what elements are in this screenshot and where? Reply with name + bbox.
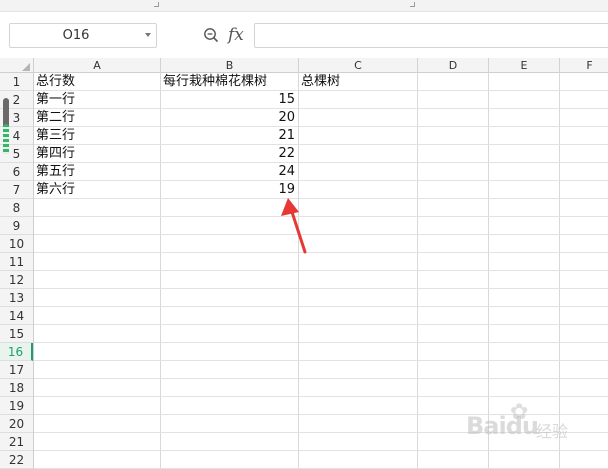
row-header-7[interactable]: 7 (0, 181, 33, 199)
row-header-15[interactable]: 15 (0, 325, 33, 343)
grid-row-line (34, 324, 608, 325)
column-header-c[interactable]: C (299, 58, 418, 73)
top-strip (0, 0, 608, 12)
resize-corner-icon (154, 2, 159, 7)
cell-b4[interactable]: 21 (161, 127, 298, 145)
chevron-down-icon[interactable] (145, 33, 151, 37)
row-header-10[interactable]: 10 (0, 235, 33, 253)
row-header-18[interactable]: 18 (0, 379, 33, 397)
grid-row-line (34, 360, 608, 361)
row-header-1[interactable]: 1 (0, 73, 33, 91)
row-header-12[interactable]: 12 (0, 271, 33, 289)
cell-a6[interactable]: 第五行 (34, 163, 160, 181)
cell-a2[interactable]: 第一行 (34, 91, 160, 109)
cell-b5[interactable]: 22 (161, 145, 298, 163)
cell-a4[interactable]: 第三行 (34, 127, 160, 145)
select-all-icon (22, 63, 30, 71)
formula-bar: O16 fx (0, 13, 608, 58)
grid-row-line (34, 270, 608, 271)
scroll-grip-icon (3, 124, 9, 154)
cell-b6[interactable]: 24 (161, 163, 298, 181)
row-header-8[interactable]: 8 (0, 199, 33, 217)
select-all-button[interactable] (0, 58, 34, 73)
cell-b1[interactable]: 每行栽种棉花棵树 (161, 73, 298, 91)
cell-a7[interactable]: 第六行 (34, 181, 160, 199)
grid-row-line (34, 288, 608, 289)
cell-a1[interactable]: 总行数 (34, 73, 160, 91)
grid-row-line (34, 396, 608, 397)
grid-row-line (34, 450, 608, 451)
formula-input[interactable] (254, 23, 608, 48)
grid-column-line (417, 73, 418, 469)
column-header-b[interactable]: B (161, 58, 299, 73)
cell-a5[interactable]: 第四行 (34, 145, 160, 163)
grid-row-line (34, 342, 608, 343)
row-header-19[interactable]: 19 (0, 397, 33, 415)
cell-a3[interactable]: 第二行 (34, 109, 160, 127)
column-header-e[interactable]: E (489, 58, 560, 73)
watermark-sub: 经验 (536, 422, 569, 441)
grid-row-line (34, 216, 608, 217)
column-headers: ABCDEF (0, 58, 608, 73)
resize-corner-icon (410, 2, 415, 7)
row-header-22[interactable]: 22 (0, 451, 33, 469)
row-header-11[interactable]: 11 (0, 253, 33, 271)
grid-row-line (34, 306, 608, 307)
cell-c1[interactable]: 总棵树 (299, 73, 417, 91)
column-header-f[interactable]: F (560, 58, 608, 73)
fx-icon[interactable]: fx (228, 23, 244, 47)
grid-column-line (298, 73, 299, 469)
name-box[interactable]: O16 (9, 23, 157, 48)
grid-row-line (34, 252, 608, 253)
column-header-a[interactable]: A (34, 58, 161, 73)
row-header-20[interactable]: 20 (0, 415, 33, 433)
cell-b3[interactable]: 20 (161, 109, 298, 127)
row-header-21[interactable]: 21 (0, 433, 33, 451)
watermark-text: Baidu (466, 412, 539, 440)
row-header-6[interactable]: 6 (0, 163, 33, 181)
name-box-value: O16 (62, 28, 90, 43)
row-header-13[interactable]: 13 (0, 289, 33, 307)
cell-b7[interactable]: 19 (161, 181, 298, 199)
zoom-icon[interactable] (203, 27, 219, 43)
row-header-16[interactable]: 16 (0, 343, 33, 361)
row-header-17[interactable]: 17 (0, 361, 33, 379)
baidu-watermark: ✿ Baidu 经验 (466, 398, 586, 448)
row-header-9[interactable]: 9 (0, 217, 33, 235)
grid-row-line (34, 378, 608, 379)
scrollbar-thumb[interactable] (3, 98, 9, 154)
column-header-d[interactable]: D (418, 58, 489, 73)
cell-b2[interactable]: 15 (161, 91, 298, 109)
grid-row-line (34, 234, 608, 235)
row-header-14[interactable]: 14 (0, 307, 33, 325)
